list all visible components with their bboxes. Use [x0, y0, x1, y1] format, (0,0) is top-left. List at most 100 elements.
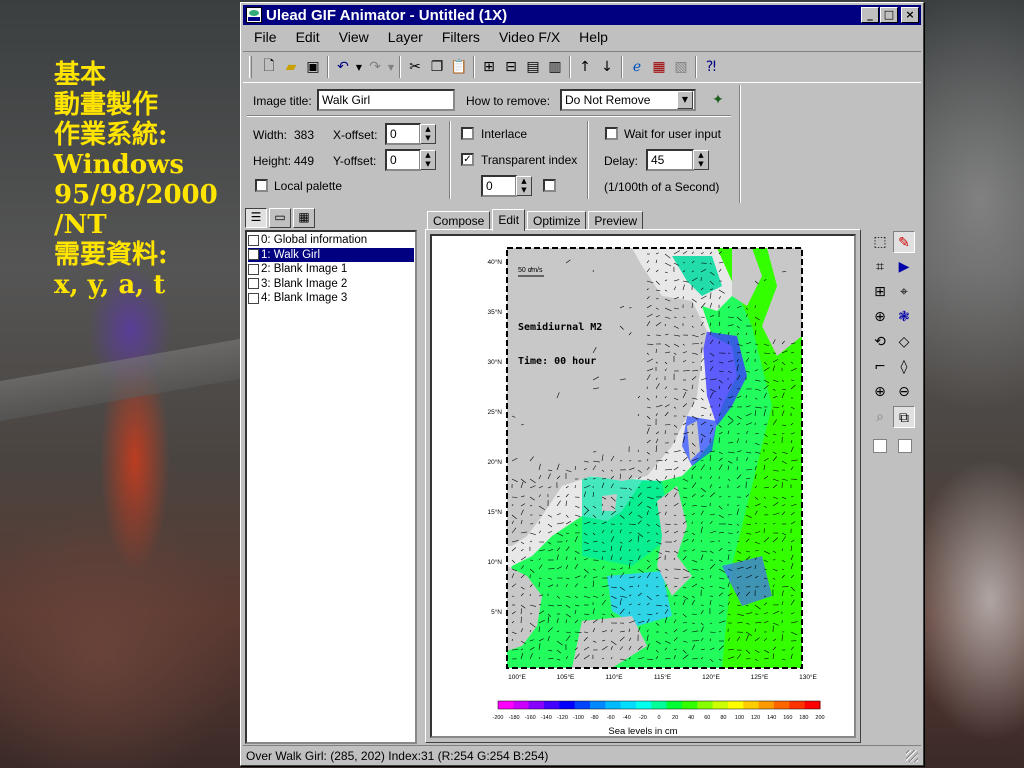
zoom-out-icon[interactable]: ⊖	[893, 381, 915, 403]
lat-label: 5°N	[491, 608, 502, 616]
delete-frame-icon[interactable]: ▥	[544, 56, 566, 78]
x-offset-input[interactable]: 0	[385, 123, 421, 145]
crop-icon[interactable]: ⌗	[869, 256, 891, 278]
menu-file[interactable]: File	[243, 29, 285, 45]
eraser-icon[interactable]: ◊	[893, 356, 915, 378]
cut-icon[interactable]: ✂	[404, 56, 426, 78]
frame-item-3[interactable]: 3: Blank Image 2	[248, 277, 414, 292]
menu-video-fx[interactable]: Video F/X	[488, 29, 568, 45]
add-image-icon[interactable]: ⊞	[478, 56, 500, 78]
frame-item-0[interactable]: 0: Global information	[248, 233, 414, 248]
undo-dropdown-icon[interactable]: ▼	[354, 56, 364, 78]
transparent-color-swatch[interactable]	[543, 179, 556, 192]
slide-line: 需要資料:	[54, 240, 168, 270]
menu-filters[interactable]: Filters	[431, 29, 488, 45]
dropper-icon[interactable]: ⌕	[869, 406, 891, 428]
background-color-swatch[interactable]	[898, 439, 912, 453]
width-label: Width:	[253, 128, 288, 142]
close-button[interactable]: ×	[901, 7, 919, 23]
text-tool-icon[interactable]: ⌐	[869, 356, 891, 378]
wizard-icon[interactable]: ▧	[670, 56, 692, 78]
transparent-index-stepper[interactable]: ▲ ▼	[516, 176, 532, 196]
title-bar[interactable]: Ulead GIF Animator - Untitled (1X) _ □ ×	[243, 5, 921, 25]
move-down-icon[interactable]: ↓	[596, 56, 618, 78]
menu-view[interactable]: View	[328, 29, 377, 45]
frame-item-1[interactable]: 1: Walk Girl	[248, 247, 414, 262]
menu-layer[interactable]: Layer	[377, 29, 431, 45]
frame-checkbox[interactable]	[248, 278, 259, 290]
save-icon[interactable]: ▣	[302, 56, 324, 78]
delay-stepper[interactable]: ▲ ▼	[693, 150, 709, 170]
insert-frame-icon[interactable]: ▤	[522, 56, 544, 78]
hand-icon[interactable]: ⧉	[893, 406, 915, 428]
frame-item-2[interactable]: 2: Blank Image 1	[248, 262, 414, 277]
tab-optimize[interactable]: Optimize	[527, 211, 587, 230]
transform-icon[interactable]: ⊞	[869, 281, 891, 303]
interlace-checkbox[interactable]	[461, 127, 474, 140]
app-icon[interactable]	[246, 7, 262, 23]
pencil-icon[interactable]: ✎	[893, 231, 915, 253]
move-up-icon[interactable]: ↑	[574, 56, 596, 78]
resize-grip-icon[interactable]	[906, 750, 918, 762]
add-video-icon[interactable]: ⊟	[500, 56, 522, 78]
tab-edit[interactable]: Edit	[492, 209, 526, 231]
lasso-icon[interactable]: ⌖	[893, 281, 915, 303]
toolbar-grip[interactable]	[249, 56, 252, 78]
paste-icon[interactable]: 📋	[448, 56, 470, 78]
menu-help[interactable]: Help	[568, 29, 616, 45]
frame-checkbox[interactable]	[248, 292, 259, 304]
y-offset-stepper[interactable]: ▲ ▼	[420, 150, 436, 170]
wait-user-input-checkbox[interactable]	[605, 127, 618, 140]
image-title-input[interactable]: Walk Girl	[317, 89, 455, 111]
x-offset-label: X-offset:	[333, 128, 378, 142]
toolbar-separator	[399, 56, 401, 78]
tab-compose[interactable]: Compose	[427, 211, 491, 230]
redo-dropdown-icon[interactable]: ▼	[386, 56, 396, 78]
open-folder-icon[interactable]: ▰	[280, 56, 302, 78]
help-icon[interactable]: ⁈	[700, 56, 722, 78]
optimize-icon[interactable]: ▦	[648, 56, 670, 78]
maximize-button[interactable]: □	[880, 7, 898, 23]
redo-icon[interactable]: ↷	[364, 56, 386, 78]
frame-item-4[interactable]: 4: Blank Image 3	[248, 291, 414, 306]
chevron-down-icon[interactable]: ▼	[677, 91, 693, 109]
undo-icon[interactable]: ↶	[332, 56, 354, 78]
list-view-icon[interactable]: ☰	[245, 208, 267, 228]
copy-icon[interactable]: ❐	[426, 56, 448, 78]
thumbnail-view-icon[interactable]: ▭	[269, 208, 291, 228]
rotate-icon[interactable]: ⟲	[869, 331, 891, 353]
menu-edit[interactable]: Edit	[285, 29, 328, 45]
foreground-color-swatch[interactable]	[873, 439, 887, 453]
frame-checkbox[interactable]	[248, 249, 259, 261]
transparent-index-input[interactable]: 0	[481, 175, 517, 197]
image-canvas[interactable]: 50 cm/s Semidiurnal M2 Time: 00 hour 40°…	[430, 234, 856, 738]
preview-browser-icon[interactable]: ℯ	[626, 56, 648, 78]
play-frame-icon[interactable]: ▶	[893, 256, 915, 278]
lat-label: 35°N	[487, 308, 502, 316]
wand-icon[interactable]: ✦	[707, 89, 729, 111]
colorbar-tick: 140	[767, 715, 776, 721]
strip-view-icon[interactable]: ▦	[293, 208, 315, 228]
frame-checkbox[interactable]	[248, 263, 259, 275]
colorbar-tick: -180	[509, 715, 520, 721]
minimize-button[interactable]: _	[861, 7, 879, 23]
frame-checkbox[interactable]	[248, 234, 259, 246]
transparent-index-label: Transparent index	[481, 153, 578, 167]
new-file-icon[interactable]: 🗋	[258, 56, 280, 78]
delay-input[interactable]: 45	[646, 149, 694, 171]
colorbar-tick: -100	[573, 715, 584, 721]
transparent-index-checkbox[interactable]: ✓	[461, 153, 474, 166]
colorbar-swatch	[620, 701, 637, 709]
y-offset-input[interactable]: 0	[385, 149, 421, 171]
local-palette-checkbox[interactable]	[255, 179, 268, 192]
zoom-in-icon[interactable]: ⊕	[869, 381, 891, 403]
x-offset-stepper[interactable]: ▲ ▼	[420, 124, 436, 144]
colorbar-tick: 60	[704, 715, 710, 721]
how-to-remove-select[interactable]: Do Not Remove	[560, 89, 696, 111]
lon-label: 110°E	[605, 673, 623, 681]
fill-bucket-icon[interactable]: ◇	[893, 331, 915, 353]
tab-preview[interactable]: Preview	[588, 211, 644, 230]
magic-wand-icon[interactable]: ❃	[893, 306, 915, 328]
move-icon[interactable]: ⊕	[869, 306, 891, 328]
select-rect-icon[interactable]: ⬚	[869, 231, 891, 253]
